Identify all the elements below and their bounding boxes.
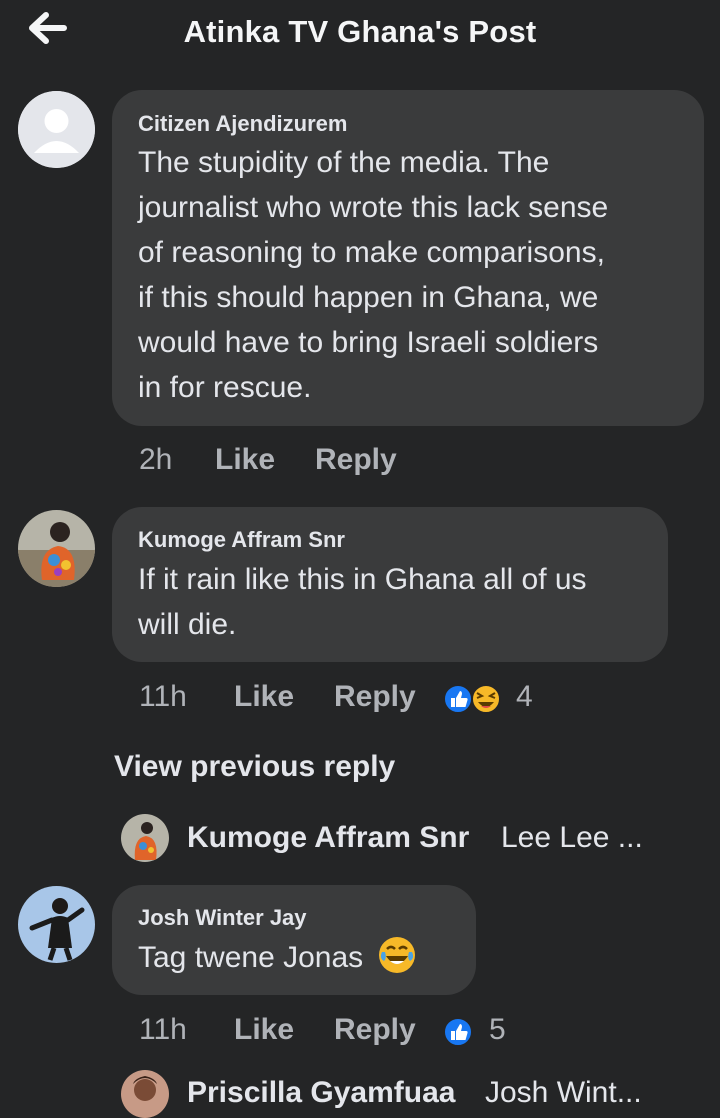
reply-preview[interactable]: Josh Wint... <box>485 1076 642 1110</box>
comment-bubble[interactable]: Josh Winter Jay Tag twene Jonas <box>112 885 476 995</box>
avatar[interactable] <box>18 510 95 587</box>
avatar[interactable] <box>18 886 95 963</box>
comment-author[interactable]: Josh Winter Jay <box>138 905 307 931</box>
comment-author[interactable]: Citizen Ajendizurem <box>138 111 347 137</box>
reply-author[interactable]: Priscilla Gyamfuaa <box>187 1076 455 1110</box>
default-avatar-icon <box>18 91 95 168</box>
like-button[interactable]: Like <box>234 1013 294 1047</box>
comment-time: 11h <box>139 1013 187 1046</box>
comment-time: 11h <box>139 680 187 713</box>
reply-button[interactable]: Reply <box>334 1013 416 1047</box>
comment-author[interactable]: Kumoge Affram Snr <box>138 527 345 553</box>
comment-time: 2h <box>139 443 173 476</box>
reply-button[interactable]: Reply <box>334 680 416 714</box>
profile-photo-icon <box>121 814 169 862</box>
reaction-count: 5 <box>489 1013 506 1046</box>
comment-bubble[interactable]: Kumoge Affram Snr If it rain like this i… <box>112 507 668 662</box>
comment-text: Tag twene Jonas <box>138 935 416 980</box>
reactions[interactable] <box>442 682 506 716</box>
avatar[interactable] <box>121 1070 169 1118</box>
haha-reaction-icon <box>471 684 501 714</box>
comment-text: If it rain like this in Ghana all of us … <box>138 563 587 641</box>
reaction-count: 4 <box>516 680 533 713</box>
like-reaction-icon <box>443 684 473 714</box>
reactions[interactable] <box>442 1015 476 1049</box>
page-title: Atinka TV Ghana's Post <box>183 14 537 49</box>
view-previous-reply-link[interactable]: View previous reply <box>114 750 395 784</box>
reply-preview[interactable]: Lee Lee ... <box>501 821 643 855</box>
profile-photo-icon <box>18 510 95 587</box>
reply-button[interactable]: Reply <box>315 443 397 477</box>
comment-bubble[interactable]: Citizen Ajendizurem The stupidity of the… <box>112 90 704 426</box>
like-button[interactable]: Like <box>215 443 275 477</box>
profile-photo-icon <box>18 886 95 963</box>
comment-text: The stupidity of the media. The journali… <box>138 146 609 404</box>
avatar[interactable] <box>18 91 95 168</box>
avatar[interactable] <box>121 814 169 862</box>
reply-author[interactable]: Kumoge Affram Snr <box>187 821 469 855</box>
profile-photo-icon <box>121 1070 169 1118</box>
like-button[interactable]: Like <box>234 680 294 714</box>
laughing-emoji-icon <box>378 937 415 973</box>
like-reaction-icon <box>443 1017 473 1047</box>
